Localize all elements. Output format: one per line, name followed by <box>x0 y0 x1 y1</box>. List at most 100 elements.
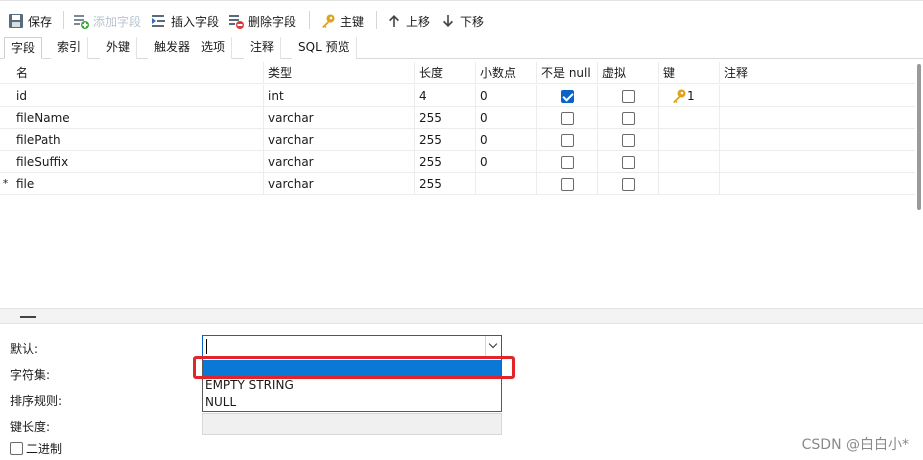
field-decimals-cell[interactable]: 0 <box>476 107 537 129</box>
virtual-checkbox[interactable] <box>622 112 635 125</box>
tab-sql-preview[interactable]: SQL 预览 <box>292 37 357 59</box>
default-value-combobox[interactable] <box>202 335 502 357</box>
fields-grid: 名 类型 长度 小数点 不是 null 虚拟 键 注释 id int 4 0 1… <box>0 62 915 308</box>
table-row[interactable]: filePath varchar 255 0 <box>0 129 915 151</box>
vertical-scrollbar[interactable] <box>915 62 923 212</box>
delete-field-button[interactable]: 删除字段 <box>228 11 296 31</box>
field-comment-cell[interactable] <box>720 129 915 151</box>
move-down-button[interactable]: 下移 <box>440 11 484 31</box>
delete-field-icon <box>228 13 244 29</box>
chevron-down-icon[interactable] <box>485 336 501 356</box>
tab-comments[interactable]: 注释 <box>244 37 282 59</box>
primary-key-button[interactable]: 主键 <box>320 11 364 31</box>
dropdown-option-empty[interactable] <box>203 360 501 377</box>
column-header-key[interactable]: 键 <box>659 62 720 84</box>
row-marker <box>0 107 11 129</box>
field-type-cell[interactable]: varchar <box>264 173 415 195</box>
field-name-cell[interactable]: filePath <box>12 129 264 151</box>
field-length-cell[interactable]: 255 <box>415 173 476 195</box>
tab-triggers[interactable]: 触发器 <box>148 37 198 59</box>
row-marker <box>0 85 11 107</box>
move-up-button[interactable]: 上移 <box>386 11 430 31</box>
not-null-cell <box>537 151 598 173</box>
key-cell[interactable]: 1 <box>659 85 720 107</box>
add-field-button[interactable]: 添加字段 <box>73 11 141 31</box>
charset-label: 字符集: <box>10 368 51 382</box>
toolbar-divider <box>63 11 64 29</box>
column-header-not-null[interactable]: 不是 null <box>537 62 598 84</box>
not-null-checkbox[interactable] <box>561 134 574 147</box>
column-header-comment[interactable]: 注释 <box>720 62 915 84</box>
tab-indexes[interactable]: 索引 <box>51 37 89 59</box>
virtual-checkbox[interactable] <box>622 178 635 191</box>
field-comment-cell[interactable] <box>720 107 915 129</box>
field-name-cell[interactable]: file <box>12 173 264 195</box>
splitter-grip-icon <box>20 316 36 318</box>
table-row[interactable]: * file varchar 255 <box>0 173 915 195</box>
column-header-virtual[interactable]: 虚拟 <box>598 62 659 84</box>
field-length-cell[interactable]: 4 <box>415 85 476 107</box>
key-cell[interactable] <box>659 107 720 129</box>
field-comment-cell[interactable] <box>720 151 915 173</box>
field-type-cell[interactable]: int <box>264 85 415 107</box>
field-type-cell[interactable]: varchar <box>264 151 415 173</box>
not-null-checkbox[interactable] <box>561 90 574 103</box>
insert-field-label: 插入字段 <box>171 14 220 29</box>
tab-options[interactable]: 选项 <box>195 37 233 59</box>
key-cell[interactable] <box>659 129 720 151</box>
toolbar: 保存 添加字段 插入字段 删除字段 主键 上移 下移 <box>0 0 923 36</box>
not-null-checkbox[interactable] <box>561 156 574 169</box>
row-marker <box>0 151 11 173</box>
field-comment-cell[interactable] <box>720 173 915 195</box>
dropdown-option-null[interactable]: NULL <box>203 394 501 411</box>
virtual-checkbox[interactable] <box>622 156 635 169</box>
field-type-cell[interactable]: varchar <box>264 107 415 129</box>
insert-field-button[interactable]: 插入字段 <box>151 11 219 31</box>
panel-splitter[interactable] <box>0 308 923 324</box>
move-down-label: 下移 <box>460 14 485 29</box>
field-name-cell[interactable]: fileName <box>12 107 264 129</box>
tab-fields[interactable]: 字段 <box>4 37 43 59</box>
field-comment-cell[interactable] <box>720 85 915 107</box>
field-length-cell[interactable]: 255 <box>415 129 476 151</box>
field-type-cell[interactable]: varchar <box>264 129 415 151</box>
key-cell[interactable] <box>659 151 720 173</box>
field-decimals-cell[interactable]: 0 <box>476 85 537 107</box>
toolbar-divider <box>309 11 310 29</box>
virtual-checkbox[interactable] <box>622 134 635 147</box>
table-row[interactable]: fileName varchar 255 0 <box>0 107 915 129</box>
binary-checkbox[interactable] <box>10 442 23 455</box>
field-length-cell[interactable]: 255 <box>415 107 476 129</box>
field-decimals-cell[interactable] <box>476 173 537 195</box>
key-icon <box>673 89 686 103</box>
not-null-checkbox[interactable] <box>561 178 574 191</box>
key-cell[interactable] <box>659 173 720 195</box>
table-row[interactable]: id int 4 0 1 <box>0 85 915 107</box>
column-header-decimals[interactable]: 小数点 <box>476 62 537 84</box>
column-header-type[interactable]: 类型 <box>264 62 415 84</box>
column-header-length[interactable]: 长度 <box>415 62 476 84</box>
field-decimals-cell[interactable]: 0 <box>476 151 537 173</box>
delete-field-label: 删除字段 <box>248 14 297 29</box>
key-length-label: 键长度: <box>10 420 51 434</box>
table-row[interactable]: fileSuffix varchar 255 0 <box>0 151 915 173</box>
dropdown-option-empty-string[interactable]: EMPTY STRING <box>203 377 501 394</box>
toolbar-divider <box>376 11 377 29</box>
virtual-checkbox[interactable] <box>622 90 635 103</box>
column-header-name[interactable]: 名 <box>12 62 264 84</box>
field-name-cell[interactable]: fileSuffix <box>12 151 264 173</box>
tab-foreign-keys[interactable]: 外键 <box>100 37 138 59</box>
save-button[interactable]: 保存 <box>8 11 52 31</box>
insert-field-icon <box>151 13 167 29</box>
field-properties-panel: 默认: 字符集: 排序规则: 键长度: EMPTY STRING NULL 二进… <box>0 324 923 460</box>
binary-checkbox-row[interactable]: 二进制 <box>10 440 62 457</box>
text-caret <box>206 339 207 354</box>
primary-key-label: 主键 <box>340 14 365 29</box>
field-length-cell[interactable]: 255 <box>415 151 476 173</box>
field-decimals-cell[interactable]: 0 <box>476 129 537 151</box>
not-null-checkbox[interactable] <box>561 112 574 125</box>
add-field-label: 添加字段 <box>93 14 142 29</box>
scrollbar-thumb[interactable] <box>917 64 921 210</box>
field-name-cell[interactable]: id <box>12 85 264 107</box>
not-null-cell <box>537 107 598 129</box>
